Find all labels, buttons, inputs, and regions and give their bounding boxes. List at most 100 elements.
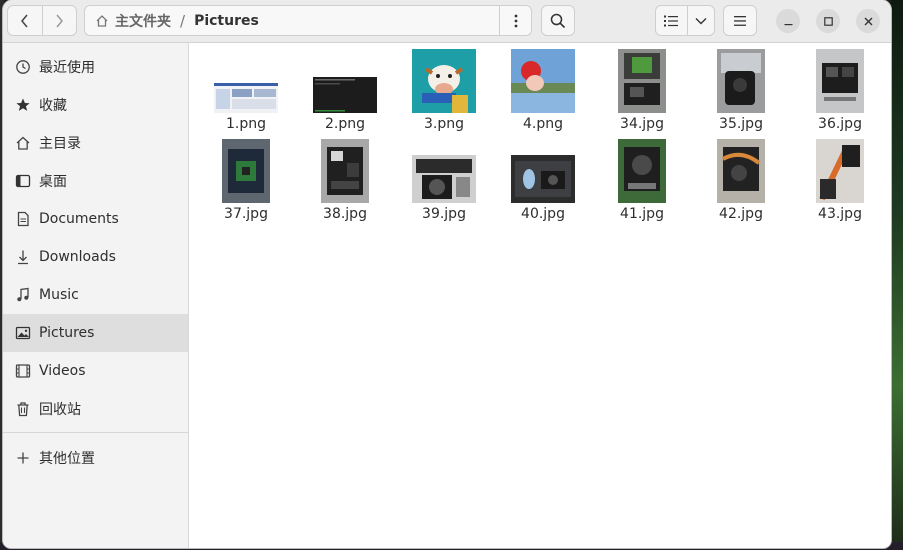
list-view-button[interactable] [656,6,688,35]
file-name: 35.jpg [719,116,763,132]
sidebar-item-label: 其他位置 [39,451,95,467]
file-item[interactable]: 3.png [402,49,486,132]
maximize-button[interactable] [816,9,840,33]
file-name: 3.png [423,116,464,132]
sidebar-item-videos[interactable]: Videos [3,352,188,390]
trash-icon [15,401,31,417]
path-separator: / [180,11,186,30]
search-icon [550,13,566,28]
path-current-segment[interactable]: Pictures [194,13,259,29]
sidebar-item-label: 桌面 [39,174,67,190]
home-icon [15,135,31,151]
sidebar-item-downloads[interactable]: Downloads [3,238,188,276]
minimize-icon [784,23,792,25]
download-icon [15,249,31,265]
desktop-icon [15,173,31,189]
file-name: 42.jpg [719,206,763,222]
photo-thumbnail [816,49,864,113]
sidebar-item-label: Videos [39,363,86,379]
file-item[interactable]: 2.png [303,49,387,132]
file-manager-window: 主文件夹 / Pictures 最近使用 收藏 主目录 桌面 Documents… [3,0,891,548]
main-menu-button[interactable] [723,5,757,36]
file-name: 37.jpg [224,206,268,222]
sidebar-item-home[interactable]: 主目录 [3,124,188,162]
photo-thumbnail [412,155,476,203]
photo-thumbnail [321,139,369,203]
chevron-right-icon [56,14,64,27]
sidebar-item-label: 主目录 [39,136,81,152]
sidebar-item-label: Music [39,287,79,303]
path-bar: 主文件夹 / Pictures [84,5,532,36]
maximize-icon [823,16,833,26]
file-name: 38.jpg [323,206,367,222]
back-button[interactable] [8,6,42,35]
file-icon-view: 1.png 2.png 3.png 4.png 34.jpg 35.jpg 36… [190,43,891,548]
photo-thumbnail [717,49,765,113]
sidebar-item-pictures[interactable]: Pictures [3,314,188,352]
headerbar: 主文件夹 / Pictures [3,0,891,43]
file-item[interactable]: 35.jpg [699,49,783,132]
view-toggle-group [655,5,715,36]
desktop-wallpaper-edge [891,0,903,550]
video-icon [15,363,31,379]
file-name: 1.png [225,116,266,132]
path-home-segment[interactable]: 主文件夹 [85,11,171,31]
photo-thumbnail [511,155,575,203]
sidebar-item-trash[interactable]: 回收站 [3,390,188,428]
file-item[interactable]: 39.jpg [402,139,486,222]
sidebar-divider [3,432,188,433]
file-name: 36.jpg [818,116,862,132]
minimize-button[interactable] [776,9,800,33]
photo-thumbnail [222,139,270,203]
close-button[interactable] [856,9,880,33]
search-button[interactable] [541,5,575,36]
file-item[interactable]: 37.jpg [204,139,288,222]
screenshot-thumbnail [214,83,278,113]
path-menu-button[interactable] [499,6,531,35]
view-options-dropdown[interactable] [688,6,714,35]
navigation-buttons [7,5,77,36]
file-item[interactable]: 1.png [204,49,288,132]
cartoon-cow-thumbnail [412,49,476,113]
photo-thumbnail [618,49,666,113]
landscape-thumbnail [511,49,575,113]
file-item[interactable]: 36.jpg [798,49,882,132]
close-icon [864,17,872,25]
document-icon [15,211,31,227]
file-name: 40.jpg [521,206,565,222]
sidebar-item-label: 回收站 [39,402,81,418]
sidebar-item-documents[interactable]: Documents [3,200,188,238]
photo-thumbnail [717,139,765,203]
file-name: 2.png [324,116,365,132]
file-item[interactable]: 4.png [501,49,585,132]
file-item[interactable]: 38.jpg [303,139,387,222]
music-icon [15,287,31,303]
sidebar-item-starred[interactable]: 收藏 [3,86,188,124]
sidebar-item-music[interactable]: Music [3,276,188,314]
vertical-dots-icon [514,14,517,27]
file-item[interactable]: 42.jpg [699,139,783,222]
pictures-icon [15,325,31,341]
forward-button[interactable] [41,6,76,35]
sidebar-item-label: Pictures [39,325,95,341]
hamburger-menu-icon [734,15,746,26]
sidebar-item-label: 最近使用 [39,60,95,76]
file-item[interactable]: 41.jpg [600,139,684,222]
file-name: 39.jpg [422,206,466,222]
file-item[interactable]: 34.jpg [600,49,684,132]
sidebar-item-label: Downloads [39,249,116,265]
file-name: 43.jpg [818,206,862,222]
chevron-down-icon [695,17,707,24]
home-icon [96,14,108,27]
file-item[interactable]: 40.jpg [501,139,585,222]
star-icon [15,97,31,113]
terminal-thumbnail [313,77,377,113]
path-home-label: 主文件夹 [115,13,171,30]
chevron-left-icon [21,14,28,27]
sidebar-item-recent[interactable]: 最近使用 [3,48,188,86]
places-sidebar: 最近使用 收藏 主目录 桌面 Documents Downloads Music [3,43,189,548]
sidebar-item-other-locations[interactable]: 其他位置 [3,439,188,477]
file-name: 41.jpg [620,206,664,222]
sidebar-item-desktop[interactable]: 桌面 [3,162,188,200]
file-item[interactable]: 43.jpg [798,139,882,222]
